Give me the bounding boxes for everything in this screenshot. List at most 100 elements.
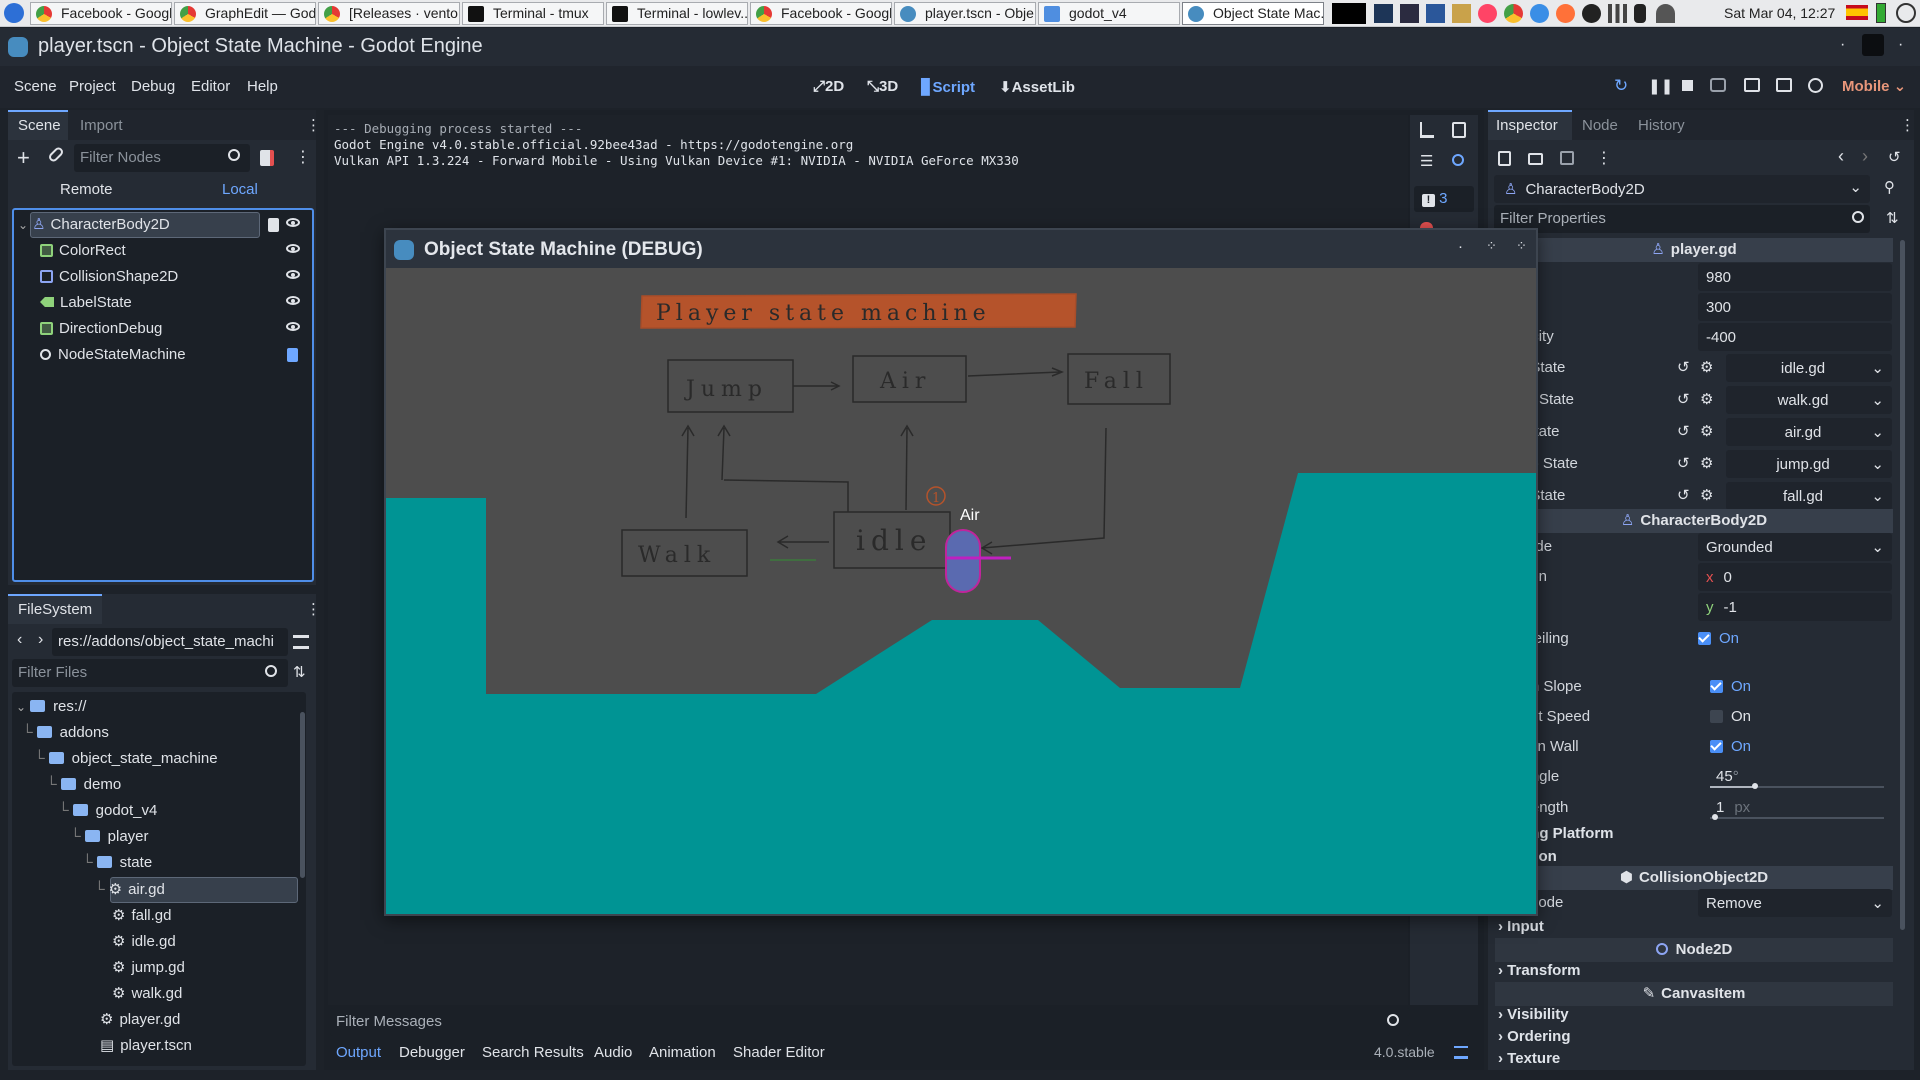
revert-icon[interactable]: ↺ <box>1677 481 1690 511</box>
taskbar-task[interactable]: Facebook - Googl... <box>750 2 892 25</box>
remote-debug-icon[interactable] <box>1710 78 1726 92</box>
tab-scene[interactable]: Scene <box>8 110 68 140</box>
script-attached-icon[interactable] <box>287 348 298 362</box>
warning-filter-button[interactable]: ! 3 <box>1414 186 1474 212</box>
tree-node-characterbody2d[interactable]: ⌄ ♙ CharacterBody2D <box>14 212 310 238</box>
folder-godot-v4[interactable]: └ godot_v4 <box>58 798 157 824</box>
prop-idle-state[interactable]: Idle State↺⚙idle.gd⌄ <box>1502 353 1892 383</box>
tree-node-directiondebug[interactable]: DirectionDebug <box>40 316 310 342</box>
signal-icon[interactable] <box>1608 4 1627 23</box>
dock-menu-icon[interactable]: ⋮ <box>306 116 321 134</box>
new-resource-icon[interactable] <box>1498 151 1511 166</box>
prop-disable-mode[interactable]: le ModeRemove⌄ <box>1502 888 1892 918</box>
tab-history[interactable]: History <box>1638 117 1685 134</box>
remote-toggle[interactable]: Remote <box>60 181 113 198</box>
bottom-tab-audio[interactable]: Audio <box>594 1044 632 1061</box>
minimize-icon[interactable]: · <box>1458 238 1463 255</box>
file-player-tscn[interactable]: ▤ player.tscn <box>100 1033 192 1059</box>
add-node-icon[interactable]: + <box>17 145 30 171</box>
tree-node-labelstate[interactable]: LabelState <box>40 290 310 316</box>
sort-icon[interactable]: ⇅ <box>293 663 306 681</box>
gear-icon[interactable]: ⚙ <box>1700 385 1713 415</box>
save-icon[interactable] <box>1560 151 1574 165</box>
workspace-2d[interactable]: ⤢2D <box>813 78 844 95</box>
clear-output-icon[interactable] <box>1420 122 1434 138</box>
close-icon[interactable]: ⁘ <box>1516 238 1527 254</box>
play-custom-icon[interactable] <box>1776 78 1792 92</box>
taskbar-task[interactable]: player.tscn - Obje... <box>894 2 1036 25</box>
slider-grabber[interactable] <box>1712 814 1718 820</box>
checkbox-checked-icon[interactable] <box>1710 740 1723 753</box>
property-filter-icon[interactable]: ⇅ <box>1886 209 1899 227</box>
editor-icon[interactable] <box>1452 4 1471 23</box>
black-app-icon[interactable] <box>1332 3 1366 24</box>
file-idle-gd[interactable]: ⚙ idle.gd <box>112 929 176 955</box>
gear-icon[interactable]: ⚙ <box>1700 353 1713 383</box>
prop-slide-on-ceiling[interactable]: on CeilingOn <box>1502 624 1892 654</box>
chrome-icon[interactable] <box>1504 4 1523 23</box>
taskbar-task-active[interactable]: Object State Mac... <box>1182 2 1324 25</box>
collapse-arrow-icon[interactable]: ⌄ <box>18 218 28 232</box>
workspace-3d[interactable]: ⤡3D <box>867 78 898 95</box>
history-back-icon[interactable]: ‹ <box>1838 146 1844 167</box>
bluetooth-icon[interactable] <box>1634 4 1646 23</box>
group-visibility[interactable]: › Visibility <box>1498 1006 1569 1023</box>
github-icon[interactable] <box>1582 4 1601 23</box>
prop-fall-state[interactable]: Fall State↺⚙fall.gd⌄ <box>1502 481 1892 511</box>
visibility-eye-icon[interactable] <box>286 296 300 305</box>
section-canvasitem[interactable]: ✎ CanvasItem <box>1495 982 1893 1006</box>
prop-speed[interactable]: peed300 <box>1502 292 1892 322</box>
gear-icon[interactable]: ⚙ <box>1700 481 1713 511</box>
prop-max-angle[interactable]: k Angle45° <box>1502 762 1892 792</box>
file-player-gd[interactable]: ⚙ player.gd <box>100 1007 180 1033</box>
prop-motion-mode[interactable]: n ModeGrounded⌄ <box>1502 532 1892 562</box>
back-arrow-icon[interactable]: ‹ <box>17 631 22 649</box>
workspace-assetlib[interactable]: ⬇AssetLib <box>999 78 1075 96</box>
wifi-icon[interactable] <box>1656 4 1675 23</box>
taskbar-task[interactable]: Facebook - Googl... <box>30 2 172 25</box>
group-texture[interactable]: › Texture <box>1498 1050 1560 1067</box>
bottom-tab-search-results[interactable]: Search Results <box>482 1044 584 1061</box>
clock[interactable]: Sat Mar 04, 12:27 <box>1724 5 1835 21</box>
power-icon[interactable] <box>1896 3 1916 23</box>
taskbar-task[interactable]: godot_v4 <box>1038 2 1180 25</box>
object-selector[interactable]: ♙ CharacterBody2D ⌄ <box>1494 175 1870 203</box>
word-icon[interactable] <box>1426 4 1445 23</box>
app-launcher-icon[interactable] <box>4 3 24 23</box>
visibility-eye-icon[interactable] <box>286 218 300 227</box>
tab-node[interactable]: Node <box>1582 117 1618 134</box>
prop-gravity[interactable]: ty980 <box>1502 262 1892 292</box>
prop-jump-state[interactable]: Jump State ↺ ⚙ jump.gd ⌄ <box>1502 449 1892 479</box>
gear-icon[interactable]: ⚙ <box>1700 417 1713 447</box>
bottom-tab-shader-editor[interactable]: Shader Editor <box>733 1044 825 1061</box>
search-icon[interactable] <box>1452 154 1464 166</box>
prop-stop-on-slope[interactable]: p on Slope On <box>1502 672 1892 702</box>
minimize-icon[interactable]: · <box>1840 36 1845 54</box>
filter-messages-input[interactable]: Filter Messages <box>330 1008 1410 1036</box>
play-scene-icon[interactable] <box>1744 78 1760 92</box>
maximize-icon[interactable]: ⁘ <box>1486 238 1497 254</box>
game-window[interactable]: Object State Machine (DEBUG) · ⁘ ⁘ Playe… <box>384 228 1538 916</box>
folder-addons[interactable]: └ addons <box>22 720 109 746</box>
forward-arrow-icon[interactable]: › <box>38 631 43 649</box>
tab-import[interactable]: Import <box>80 117 123 134</box>
stop-icon[interactable] <box>1682 80 1693 91</box>
prop-walk-state[interactable]: Walk State↺⚙walk.gd⌄ <box>1502 385 1892 415</box>
folder-demo[interactable]: └ demo <box>46 772 121 798</box>
file-fall-gd[interactable]: ⚙ fall.gd <box>112 903 171 929</box>
filter-nodes-input[interactable]: Filter Nodes <box>74 144 250 172</box>
group-moving-platform[interactable]: ing Platform <box>1526 825 1614 842</box>
more-options-icon[interactable]: ⋮ <box>1596 148 1612 168</box>
script-attached-icon[interactable] <box>268 218 279 232</box>
sync-icon[interactable] <box>1530 4 1549 23</box>
local-toggle[interactable]: Local <box>222 181 258 198</box>
toggle-bottom-panel-icon[interactable] <box>1454 1046 1468 1059</box>
menu-scene[interactable]: Scene <box>14 78 57 95</box>
revert-icon[interactable]: ↺ <box>1677 417 1690 447</box>
slider-grabber[interactable] <box>1752 783 1758 789</box>
checkbox-checked-icon[interactable] <box>1698 632 1711 645</box>
visibility-eye-icon[interactable] <box>286 322 300 331</box>
inspector-scrollbar[interactable] <box>1900 240 1905 930</box>
path-field[interactable]: res://addons/object_state_machi <box>52 628 288 656</box>
open-folder-icon[interactable] <box>1528 153 1543 165</box>
